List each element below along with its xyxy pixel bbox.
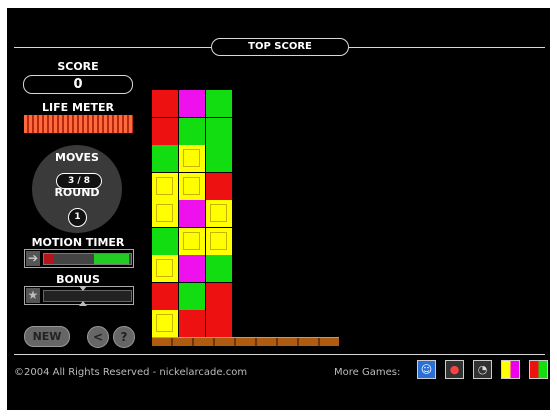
- life-meter-label: LIFE METER: [42, 101, 114, 114]
- board-tile-green[interactable]: [152, 145, 179, 173]
- board-tile-yellow[interactable]: [152, 200, 179, 228]
- board-tile-yellow[interactable]: [179, 172, 206, 201]
- life-meter-bar: [24, 115, 133, 133]
- board-tile-green[interactable]: [179, 282, 206, 311]
- bonus-track: [43, 286, 132, 306]
- board-tile-yellow[interactable]: [206, 227, 233, 256]
- top-score-button[interactable]: TOP SCORE: [211, 38, 349, 56]
- bonus-marker-top-icon: [79, 286, 87, 291]
- board-tile-yellow[interactable]: [206, 200, 233, 228]
- board-tile-yellow[interactable]: [179, 227, 206, 256]
- board-tile-red[interactable]: [152, 117, 179, 146]
- board-tile-green[interactable]: [152, 227, 179, 256]
- board-tile-green[interactable]: [206, 255, 233, 283]
- timer-remaining-fill: [94, 254, 129, 264]
- blocks-icon[interactable]: [501, 360, 520, 379]
- board-floor: [152, 337, 339, 346]
- mouse-icon[interactable]: ◔: [473, 360, 492, 379]
- board-tile-red[interactable]: [152, 90, 179, 118]
- board-tile-magenta[interactable]: [179, 90, 206, 118]
- game-board[interactable]: [152, 90, 236, 338]
- arrow-right-icon: ➔: [26, 251, 40, 266]
- bottom-divider: [14, 354, 545, 355]
- timer-track: [43, 253, 132, 265]
- squares-icon[interactable]: [529, 360, 548, 379]
- board-tile-green[interactable]: [206, 145, 233, 173]
- board-tile-green[interactable]: [179, 117, 206, 146]
- board-tile-yellow[interactable]: [152, 310, 179, 338]
- new-game-button[interactable]: NEW: [24, 326, 70, 347]
- board-tile-red[interactable]: [206, 282, 233, 311]
- board-tile-yellow[interactable]: [152, 255, 179, 283]
- board-tile-yellow[interactable]: [179, 145, 206, 173]
- back-button[interactable]: <: [87, 326, 109, 348]
- motion-timer: ➔: [24, 249, 134, 268]
- board-tile-red[interactable]: [152, 282, 179, 311]
- timer-elapsed-fill: [44, 254, 53, 264]
- face-icon[interactable]: ☺: [417, 360, 436, 379]
- board-tile-yellow[interactable]: [152, 172, 179, 201]
- bonus-label: BONUS: [56, 273, 100, 286]
- board-tile-red[interactable]: [206, 172, 233, 201]
- board-tile-red[interactable]: [179, 310, 206, 338]
- help-button[interactable]: ?: [113, 326, 135, 348]
- star-icon: ★: [26, 288, 40, 303]
- game-stage: TOP SCORE SCORE 0 LIFE METER MOVES 3 / 8…: [7, 8, 550, 410]
- board-tile-green[interactable]: [206, 90, 233, 118]
- board-tile-red[interactable]: [206, 310, 233, 338]
- more-games-label: More Games:: [334, 367, 401, 378]
- moves-label: MOVES: [55, 151, 99, 164]
- score-label: SCORE: [57, 60, 99, 73]
- round-value: 1: [68, 208, 87, 227]
- bonus-marker-bottom-icon: [79, 301, 87, 306]
- copyright-text: ©2004 All Rights Reserved - nickelarcade…: [14, 367, 248, 378]
- round-label: ROUND: [54, 186, 100, 199]
- board-tile-magenta[interactable]: [179, 255, 206, 283]
- board-tile-magenta[interactable]: [179, 200, 206, 228]
- bonus-meter: ★: [24, 286, 134, 306]
- board-tile-green[interactable]: [206, 117, 233, 146]
- motion-timer-label: MOTION TIMER: [31, 236, 125, 249]
- top-divider-left: [14, 47, 211, 48]
- top-divider-right: [349, 47, 545, 48]
- balls-icon[interactable]: ●: [445, 360, 464, 379]
- score-value: 0: [23, 75, 133, 94]
